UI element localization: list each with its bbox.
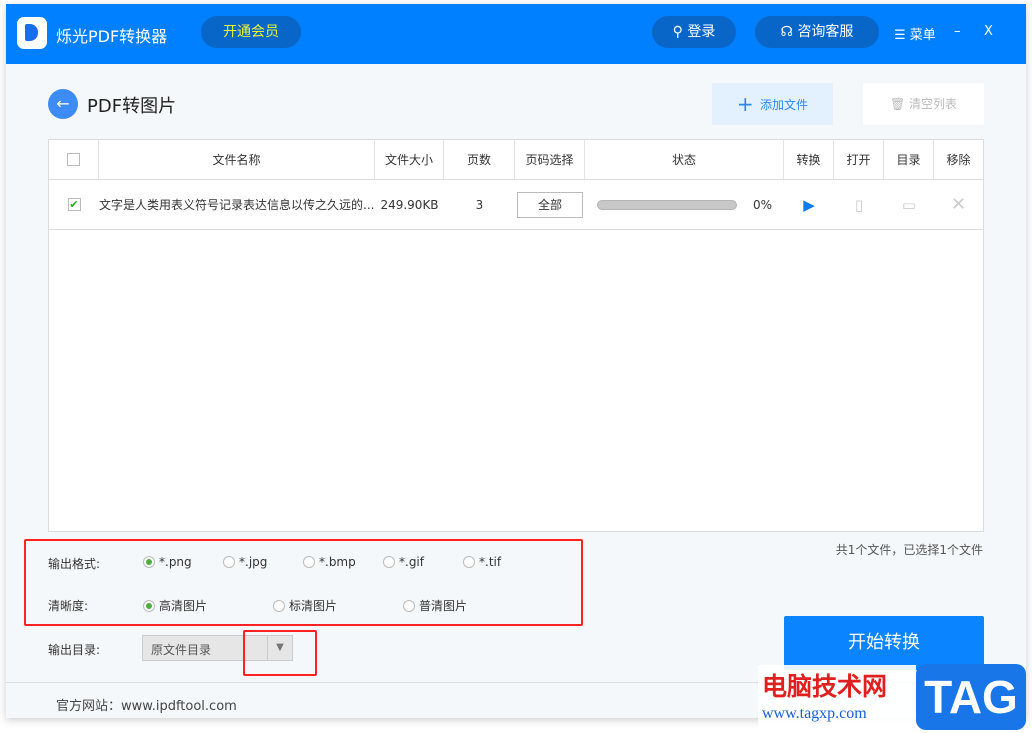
watermark-url: www.tagxp.com [762,705,867,722]
add-file-button[interactable]: + 添加文件 [712,83,833,125]
watermark: 电脑技术网 www.tagxp.com [758,665,916,733]
play-icon[interactable]: ▶ [784,180,834,229]
folder-icon[interactable]: ▭ [884,180,934,229]
page-count: 3 [475,197,484,212]
row-checkbox[interactable]: ✔ [67,198,81,211]
clear-list-label: 清空列表 [909,97,958,111]
page-select-button[interactable]: 全部 [517,191,583,218]
vip-button[interactable]: 开通会员 [201,16,301,48]
tag-logo: TAG [916,664,1026,730]
progress-text: 0% [752,197,773,212]
file-table: 文件名称 文件大小 页数 页码选择 状态 转换 打开 目录 移除 ✔ 文字是人类… [48,139,984,532]
plus-icon: + [736,92,761,116]
trash-icon: 🗑 [889,97,910,111]
col-dir: 目录 [884,140,934,179]
menu-label: 菜单 [909,28,936,43]
headset-icon: ☊ [780,24,798,40]
remove-icon[interactable]: ✕ [934,180,983,229]
page-title: PDF转图片 [87,96,177,117]
col-pages: 页数 [444,140,515,179]
clear-list-button[interactable]: 🗑 清空列表 [863,83,984,125]
col-name: 文件名称 [99,140,375,179]
col-remove: 移除 [946,153,971,167]
title-bar: 烁光PDF转换器 开通会员 ⚲ 登录 ☊ 咨询客服 ☰ 菜单 – X [6,4,1026,64]
select-all-checkbox[interactable] [67,153,80,166]
service-label: 咨询客服 [797,24,854,40]
progress-bar [596,199,737,210]
file-size: 249.90KB [380,197,439,212]
output-dir-label: 输出目录: [48,643,101,657]
menu-button[interactable]: ☰ 菜单 [894,24,936,43]
col-open: 打开 [834,140,884,179]
app-name: 烁光PDF转换器 [56,27,168,46]
highlight-box [24,539,583,626]
col-size: 文件大小 [375,140,444,179]
table-row: ✔ 文字是人类用表义符号记录表达信息以传之久远的... 249.90KB 3 全… [49,180,983,230]
start-convert-button[interactable]: 开始转换 [784,616,984,670]
output-dir-value: 原文件目录 [151,643,212,657]
service-button[interactable]: ☊ 咨询客服 [755,16,879,48]
col-convert: 转换 [784,140,834,179]
menu-icon: ☰ [894,28,910,43]
highlight-box [243,630,317,676]
table-header: 文件名称 文件大小 页数 页码选择 状态 转换 打开 目录 移除 [49,140,983,180]
add-file-label: 添加文件 [760,98,809,112]
user-icon: ⚲ [672,24,688,40]
document-icon[interactable]: ▯ [834,180,884,229]
col-page-select: 页码选择 [515,140,585,179]
website-link[interactable]: 官方网站：www.ipdftool.com [56,695,237,714]
file-name: 文字是人类用表义符号记录表达信息以传之久远的... [99,198,375,212]
back-button[interactable]: ← [48,89,78,119]
watermark-text: 电脑技术网 [762,672,888,701]
minimize-button[interactable]: – [954,24,961,39]
app-logo [17,17,47,49]
file-summary: 共1个文件，已选择1个文件 [835,543,983,557]
login-label: 登录 [687,24,716,40]
login-button[interactable]: ⚲ 登录 [652,16,736,48]
col-status: 状态 [585,140,784,179]
close-button[interactable]: X [984,24,993,39]
app-window: 烁光PDF转换器 开通会员 ⚲ 登录 ☊ 咨询客服 ☰ 菜单 – X ← PDF… [6,4,1026,718]
